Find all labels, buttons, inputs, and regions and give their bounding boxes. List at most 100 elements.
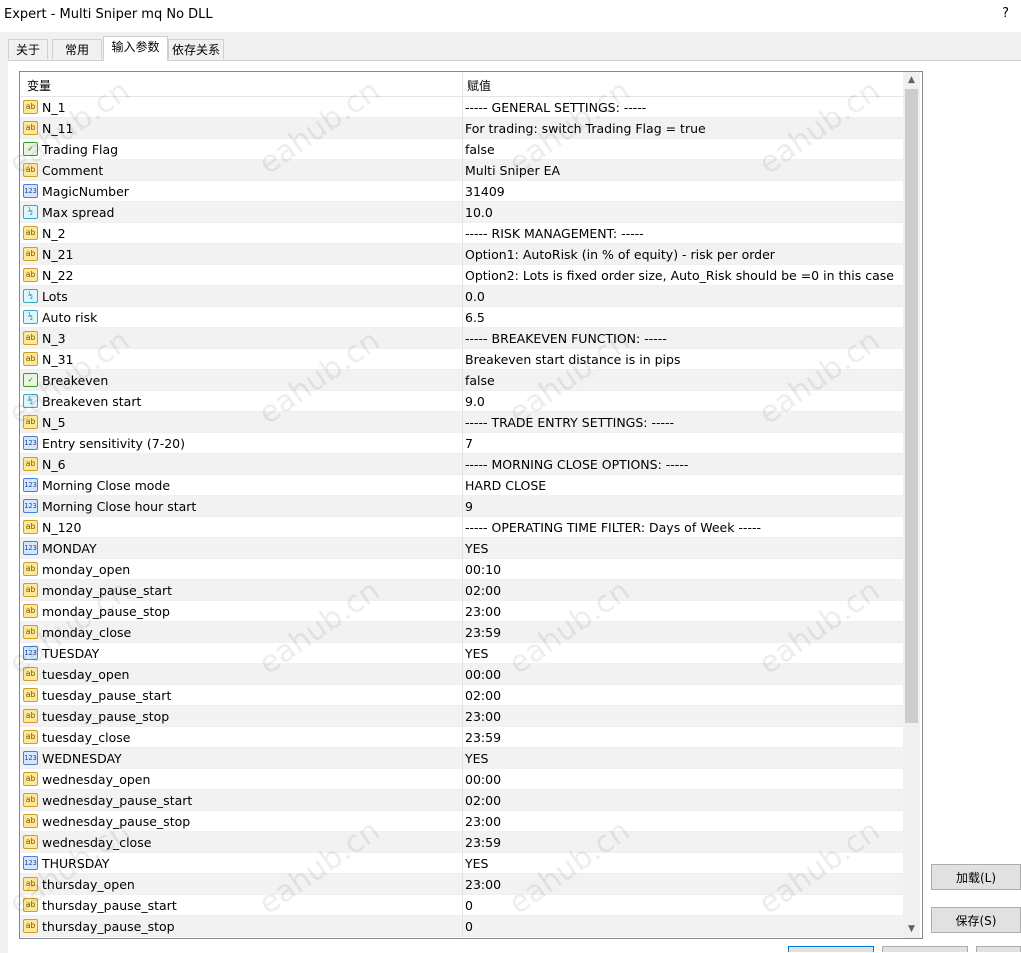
table-row[interactable]: ab N_5 ----- TRADE ENTRY SETTINGS: ----- xyxy=(20,412,903,433)
tab-dependencies[interactable]: 依存关系 xyxy=(168,39,224,59)
column-header-value[interactable]: 赋值 xyxy=(467,77,491,94)
variable-value[interactable]: 23:59 xyxy=(465,730,501,745)
variable-value[interactable]: false xyxy=(465,142,495,157)
variable-value[interactable]: ----- MORNING CLOSE OPTIONS: ----- xyxy=(465,457,688,472)
reset-button[interactable] xyxy=(976,946,1021,952)
table-row[interactable]: ab N_3 ----- BREAKEVEN FUNCTION: ----- xyxy=(20,328,903,349)
variable-value[interactable]: 0 xyxy=(465,898,473,913)
variable-value[interactable]: 23:59 xyxy=(465,835,501,850)
table-row[interactable]: 123 WEDNESDAY YES xyxy=(20,748,903,769)
variable-value[interactable]: 23:00 xyxy=(465,709,501,724)
variable-value[interactable]: 23:00 xyxy=(465,604,501,619)
table-row[interactable]: ab monday_pause_stop 23:00 xyxy=(20,601,903,622)
variable-value[interactable]: ----- OPERATING TIME FILTER: Days of Wee… xyxy=(465,520,761,535)
variable-value[interactable]: 9 xyxy=(465,499,473,514)
variable-value[interactable]: 23:00 xyxy=(465,877,501,892)
string-type-icon: ab xyxy=(23,562,38,576)
table-row[interactable]: ab N_6 ----- MORNING CLOSE OPTIONS: ----- xyxy=(20,454,903,475)
table-row[interactable]: ab thursday_pause_start 0 xyxy=(20,895,903,916)
table-row[interactable]: 123 MONDAY YES xyxy=(20,538,903,559)
variable-value[interactable]: YES xyxy=(465,541,488,556)
table-row[interactable]: ab N_31 Breakeven start distance is in pip… xyxy=(20,349,903,370)
table-row[interactable]: ½ Auto risk 6.5 xyxy=(20,307,903,328)
tab-inputs[interactable]: 输入参数 xyxy=(103,36,168,61)
string-type-icon: ab xyxy=(23,793,38,807)
variable-value[interactable]: 9.0 xyxy=(465,394,485,409)
variable-value[interactable]: 00:00 xyxy=(465,667,501,682)
table-row[interactable]: ab thursday_open 23:00 xyxy=(20,874,903,895)
variable-value[interactable]: Multi Sniper EA xyxy=(465,163,560,178)
variable-value[interactable]: 0.0 xyxy=(465,289,485,304)
table-row[interactable]: 123 Morning Close hour start 9 xyxy=(20,496,903,517)
scrollbar-thumb[interactable] xyxy=(905,89,918,723)
table-row[interactable]: ab tuesday_open 00:00 xyxy=(20,664,903,685)
table-row[interactable]: ab tuesday_pause_start 02:00 xyxy=(20,685,903,706)
table-row[interactable]: ½ Lots 0.0 xyxy=(20,286,903,307)
variable-value[interactable]: Breakeven start distance is in pips xyxy=(465,352,680,367)
scroll-up-arrow-icon[interactable]: ▲ xyxy=(903,72,920,89)
vertical-scrollbar[interactable]: ▲ ▼ xyxy=(903,72,920,938)
table-row[interactable]: ab thursday_pause_stop 0 xyxy=(20,916,903,937)
table-row[interactable]: ab N_11 For trading: switch Trading Flag =… xyxy=(20,118,903,139)
variable-value[interactable]: ----- BREAKEVEN FUNCTION: ----- xyxy=(465,331,667,346)
help-button[interactable]: ? xyxy=(1002,6,1009,21)
table-row[interactable]: ab N_120 ----- OPERATING TIME FILTER: Days… xyxy=(20,517,903,538)
variable-value[interactable]: 02:00 xyxy=(465,583,501,598)
variable-value[interactable]: 10.0 xyxy=(465,205,493,220)
variable-value[interactable]: 23:59 xyxy=(465,625,501,640)
table-row[interactable]: ab monday_pause_start 02:00 xyxy=(20,580,903,601)
table-row[interactable]: ab tuesday_pause_stop 23:00 xyxy=(20,706,903,727)
tab-common[interactable]: 常用 xyxy=(52,39,102,59)
column-divider xyxy=(462,748,463,769)
table-row[interactable]: ab N_2 ----- RISK MANAGEMENT: ----- xyxy=(20,223,903,244)
ok-button[interactable] xyxy=(788,946,874,952)
table-row[interactable]: 123 MagicNumber 31409 xyxy=(20,181,903,202)
string-type-icon: ab xyxy=(23,772,38,786)
table-row[interactable]: ab tuesday_close 23:59 xyxy=(20,727,903,748)
table-row[interactable]: 123 Morning Close mode HARD CLOSE xyxy=(20,475,903,496)
variable-value[interactable]: Option2: Lots is fixed order size, Auto_… xyxy=(465,268,894,283)
table-row[interactable]: ✓ Trading Flag false xyxy=(20,139,903,160)
tab-about[interactable]: 关于 xyxy=(8,39,48,59)
variable-value[interactable]: false xyxy=(465,373,495,388)
variable-value[interactable]: ----- GENERAL SETTINGS: ----- xyxy=(465,100,646,115)
table-row[interactable]: ½ Max spread 10.0 xyxy=(20,202,903,223)
cancel-button[interactable] xyxy=(882,946,968,952)
table-row[interactable]: ½ Breakeven start 9.0 xyxy=(20,391,903,412)
table-row[interactable]: ab monday_close 23:59 xyxy=(20,622,903,643)
table-row[interactable]: ✓ Breakeven false xyxy=(20,370,903,391)
variable-value[interactable]: For trading: switch Trading Flag = true xyxy=(465,121,706,136)
variable-value[interactable]: 7 xyxy=(465,436,473,451)
variable-value[interactable]: ----- TRADE ENTRY SETTINGS: ----- xyxy=(465,415,674,430)
variable-value[interactable]: YES xyxy=(465,751,488,766)
column-header-variable[interactable]: 变量 xyxy=(27,77,51,94)
variable-value[interactable]: 00:00 xyxy=(465,772,501,787)
variable-value[interactable]: 02:00 xyxy=(465,688,501,703)
table-row[interactable]: ab Comment Multi Sniper EA xyxy=(20,160,903,181)
variable-value[interactable]: 31409 xyxy=(465,184,505,199)
table-row[interactable]: ab wednesday_pause_start 02:00 xyxy=(20,790,903,811)
table-row[interactable]: ab N_21 Option1: AutoRisk (in % of equity)… xyxy=(20,244,903,265)
table-row[interactable]: 123 THURSDAY YES xyxy=(20,853,903,874)
variable-value[interactable]: Option1: AutoRisk (in % of equity) - ris… xyxy=(465,247,775,262)
scroll-down-arrow-icon[interactable]: ▼ xyxy=(903,921,920,938)
load-button[interactable]: 加载(L) xyxy=(931,864,1021,890)
variable-value[interactable]: 23:00 xyxy=(465,814,501,829)
table-row[interactable]: ab wednesday_close 23:59 xyxy=(20,832,903,853)
variable-value[interactable]: ----- RISK MANAGEMENT: ----- xyxy=(465,226,644,241)
table-row[interactable]: 123 Entry sensitivity (7-20) 7 xyxy=(20,433,903,454)
variable-value[interactable]: YES xyxy=(465,856,488,871)
variable-value[interactable]: 0 xyxy=(465,919,473,934)
table-row[interactable]: ab wednesday_open 00:00 xyxy=(20,769,903,790)
variable-value[interactable]: 02:00 xyxy=(465,793,501,808)
table-row[interactable]: ab monday_open 00:10 xyxy=(20,559,903,580)
table-row[interactable]: ab wednesday_pause_stop 23:00 xyxy=(20,811,903,832)
variable-value[interactable]: YES xyxy=(465,646,488,661)
variable-value[interactable]: 6.5 xyxy=(465,310,485,325)
variable-value[interactable]: HARD CLOSE xyxy=(465,478,546,493)
variable-value[interactable]: 00:10 xyxy=(465,562,501,577)
table-row[interactable]: 123 TUESDAY YES xyxy=(20,643,903,664)
table-row[interactable]: ab N_1 ----- GENERAL SETTINGS: ----- xyxy=(20,97,903,118)
save-button[interactable]: 保存(S) xyxy=(931,907,1021,933)
table-row[interactable]: ab N_22 Option2: Lots is fixed order size,… xyxy=(20,265,903,286)
